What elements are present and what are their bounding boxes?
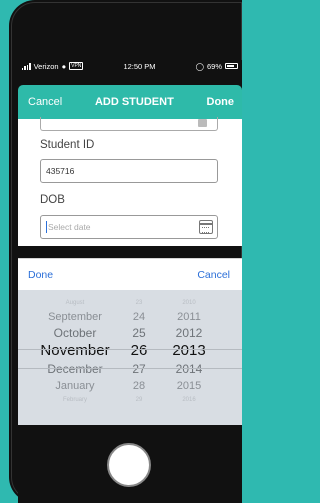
nav-bar: Cancel ADD STUDENT Done: [18, 85, 242, 119]
picker-month-option[interactable]: September: [24, 309, 126, 326]
vpn-badge: VPN: [69, 62, 84, 70]
picker-row[interactable]: February 29 2016: [18, 392, 242, 409]
student-id-label: Student ID: [40, 139, 95, 151]
carrier-label: Verizon: [33, 61, 59, 71]
picker-year-option[interactable]: 2011: [161, 309, 217, 326]
picker-cancel-button[interactable]: Cancel: [197, 269, 230, 281]
text-cursor: [46, 221, 47, 233]
picker-day-option[interactable]: 26: [124, 342, 154, 359]
picker-month-option[interactable]: February: [24, 392, 126, 409]
picker-day-option[interactable]: 29: [124, 392, 154, 409]
picker-day-option[interactable]: 24: [124, 309, 154, 326]
dob-label: DOB: [40, 194, 65, 206]
map-icon: [198, 119, 207, 127]
picker-row[interactable]: November 26 2013: [18, 342, 242, 359]
status-bar: Verizon ● VPN 12:50 PM ◯ 69%: [18, 60, 242, 72]
picker-day-option[interactable]: 25: [124, 325, 154, 342]
picker-month-option[interactable]: November: [24, 342, 126, 359]
picker-done-button[interactable]: Done: [28, 269, 53, 281]
wifi-icon: ●: [61, 61, 67, 71]
signal-icon: [22, 62, 31, 70]
picker-year-option[interactable]: 2012: [161, 325, 217, 342]
cancel-button[interactable]: Cancel: [28, 96, 62, 108]
battery-icon: [225, 63, 238, 69]
student-id-value: 435716: [46, 166, 75, 176]
picker-row[interactable]: October 25 2012: [18, 325, 242, 342]
picker-day-option[interactable]: 27: [124, 361, 154, 378]
home-button[interactable]: [107, 443, 151, 487]
clock: 12:50 PM: [123, 61, 156, 71]
selection-line-bottom: [18, 368, 242, 369]
picker-toolbar: Done Cancel: [18, 259, 242, 290]
dob-field[interactable]: Select date: [40, 215, 218, 239]
selection-line-top: [18, 349, 242, 350]
done-button[interactable]: Done: [207, 96, 235, 108]
page-title: ADD STUDENT: [94, 96, 174, 108]
picker-year-option[interactable]: 2014: [161, 361, 217, 378]
student-form: Student ID 435716 DOB Select date: [18, 117, 242, 246]
picker-month-option[interactable]: October: [24, 325, 126, 342]
picker-year-option[interactable]: 2016: [161, 392, 217, 409]
student-id-field[interactable]: 435716: [40, 159, 218, 183]
calendar-icon[interactable]: [199, 220, 213, 234]
date-picker[interactable]: August 23 2010 September 24 2011 October 25 2012…: [18, 290, 242, 425]
picker-month-option[interactable]: December: [24, 361, 126, 378]
picker-row[interactable]: December 27 2014: [18, 361, 242, 378]
previous-field[interactable]: [40, 117, 218, 131]
dob-placeholder: Select date: [48, 222, 91, 232]
battery-percent: 69%: [206, 61, 222, 71]
picker-year-option[interactable]: 2013: [161, 342, 217, 359]
picker-row[interactable]: September 24 2011: [18, 309, 242, 326]
alarm-icon: ◯: [195, 61, 204, 71]
